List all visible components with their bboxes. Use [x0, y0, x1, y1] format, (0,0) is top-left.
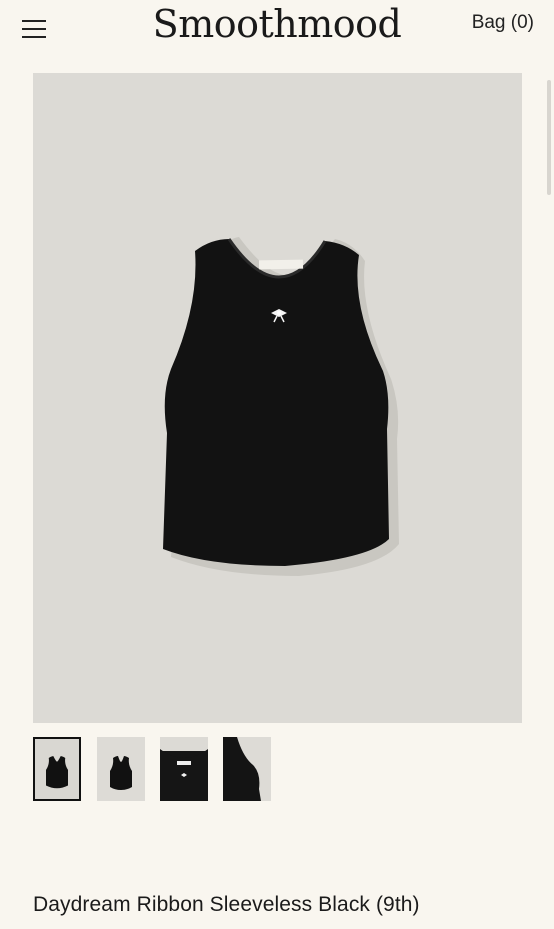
- product-main-image[interactable]: [33, 73, 522, 723]
- thumbnail-2[interactable]: [97, 737, 145, 801]
- tank-top-thumbnail-icon: [110, 756, 132, 790]
- bag-link[interactable]: Bag (0): [472, 12, 534, 34]
- thumbnail-4[interactable]: [223, 737, 271, 801]
- thumbnail-1[interactable]: [33, 737, 81, 801]
- tank-top-image: [163, 237, 399, 576]
- site-header: Smoothmood Bag (0): [0, 0, 554, 60]
- side-detail-icon: [223, 737, 261, 801]
- neckline-detail-icon: [160, 737, 208, 801]
- tank-top-thumbnail-icon: [46, 756, 68, 789]
- scrollbar-thumb[interactable]: [547, 80, 551, 195]
- thumbnail-3[interactable]: [160, 737, 208, 801]
- product-title: Daydream Ribbon Sleeveless Black (9th): [33, 893, 420, 916]
